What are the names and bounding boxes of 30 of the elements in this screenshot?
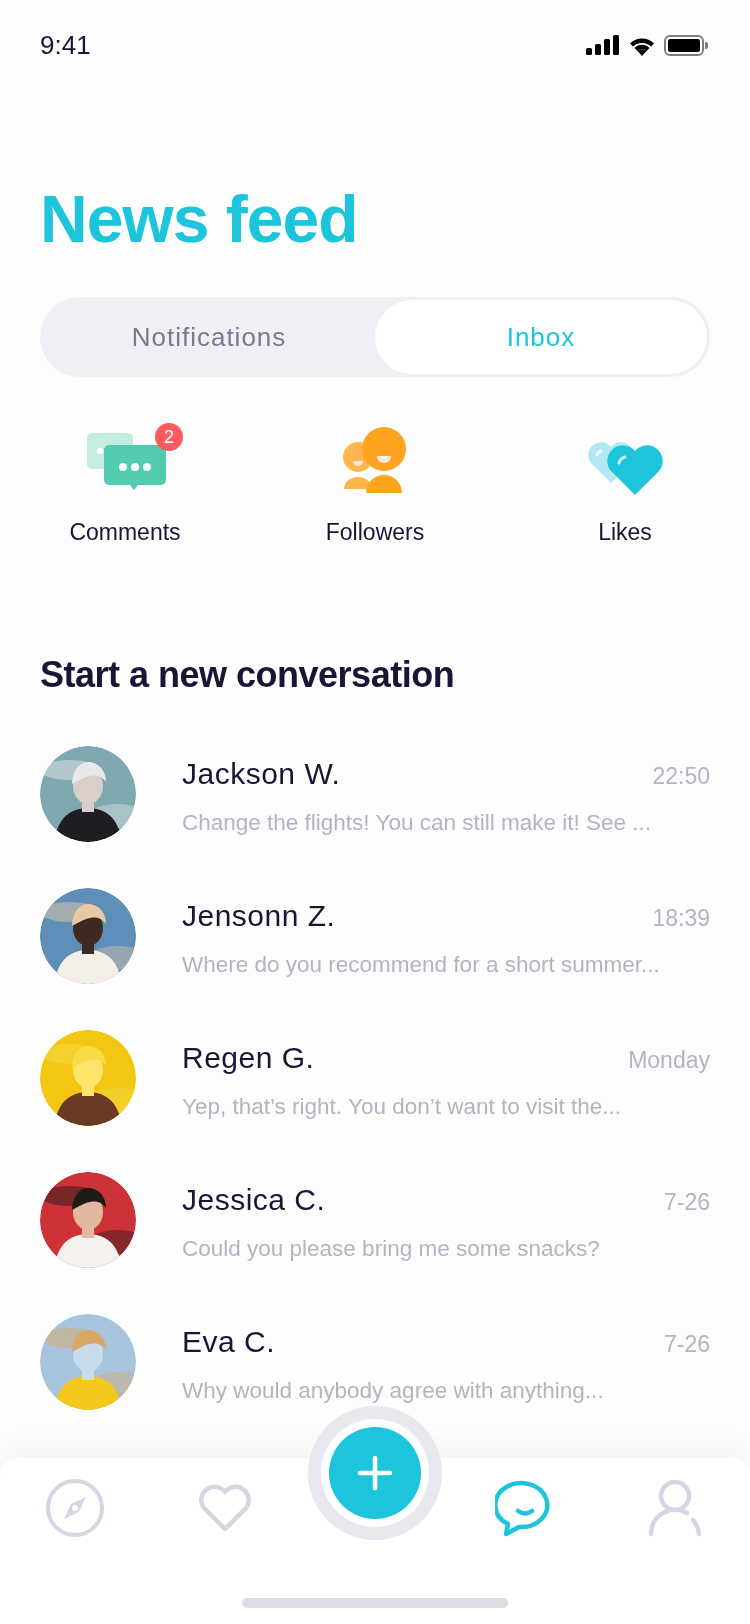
message-time: 7-26 [663, 1330, 710, 1360]
message-preview: Why would anybody agree with anything... [182, 1378, 605, 1405]
page-title: News feed [40, 181, 359, 258]
tab[interactable]: Notifications [43, 300, 375, 375]
contact-name: Regen G. [182, 1040, 315, 1077]
message-preview: Could you please bring me some snacks? [182, 1236, 601, 1263]
contact-name: Jensonn Z. [182, 898, 336, 935]
message-time: 18:39 [652, 904, 710, 934]
message-preview: Change the flights! You can still make it! See ... [182, 810, 653, 837]
compass-icon [45, 1478, 105, 1538]
battery-icon [664, 34, 708, 56]
message-time: 7-26 [663, 1188, 710, 1218]
message-time: 22:50 [652, 762, 710, 792]
signal-icon [586, 35, 620, 55]
heart-icon [196, 1483, 254, 1533]
message-preview: Where do you recommend for a short summer... [182, 952, 661, 979]
message-preview: Yep, that’s right. You don’t want to visit the... [182, 1094, 623, 1121]
person-icon [647, 1478, 703, 1538]
contact-name: Jackson W. [182, 756, 341, 793]
count-badge: 2 [155, 423, 183, 452]
category-label[interactable]: Comments [69, 515, 181, 550]
category-label[interactable]: Likes [598, 515, 652, 550]
message-time: Monday [628, 1046, 710, 1076]
category-label[interactable]: Followers [325, 515, 425, 550]
contact-name: Jessica C. [182, 1182, 326, 1219]
plus-icon [357, 1455, 393, 1491]
status-time: 9:41 [40, 28, 91, 62]
section-heading: Start a new conversation [40, 652, 456, 697]
add-button[interactable] [321, 1419, 429, 1527]
contact-name: Eva C. [182, 1324, 276, 1361]
